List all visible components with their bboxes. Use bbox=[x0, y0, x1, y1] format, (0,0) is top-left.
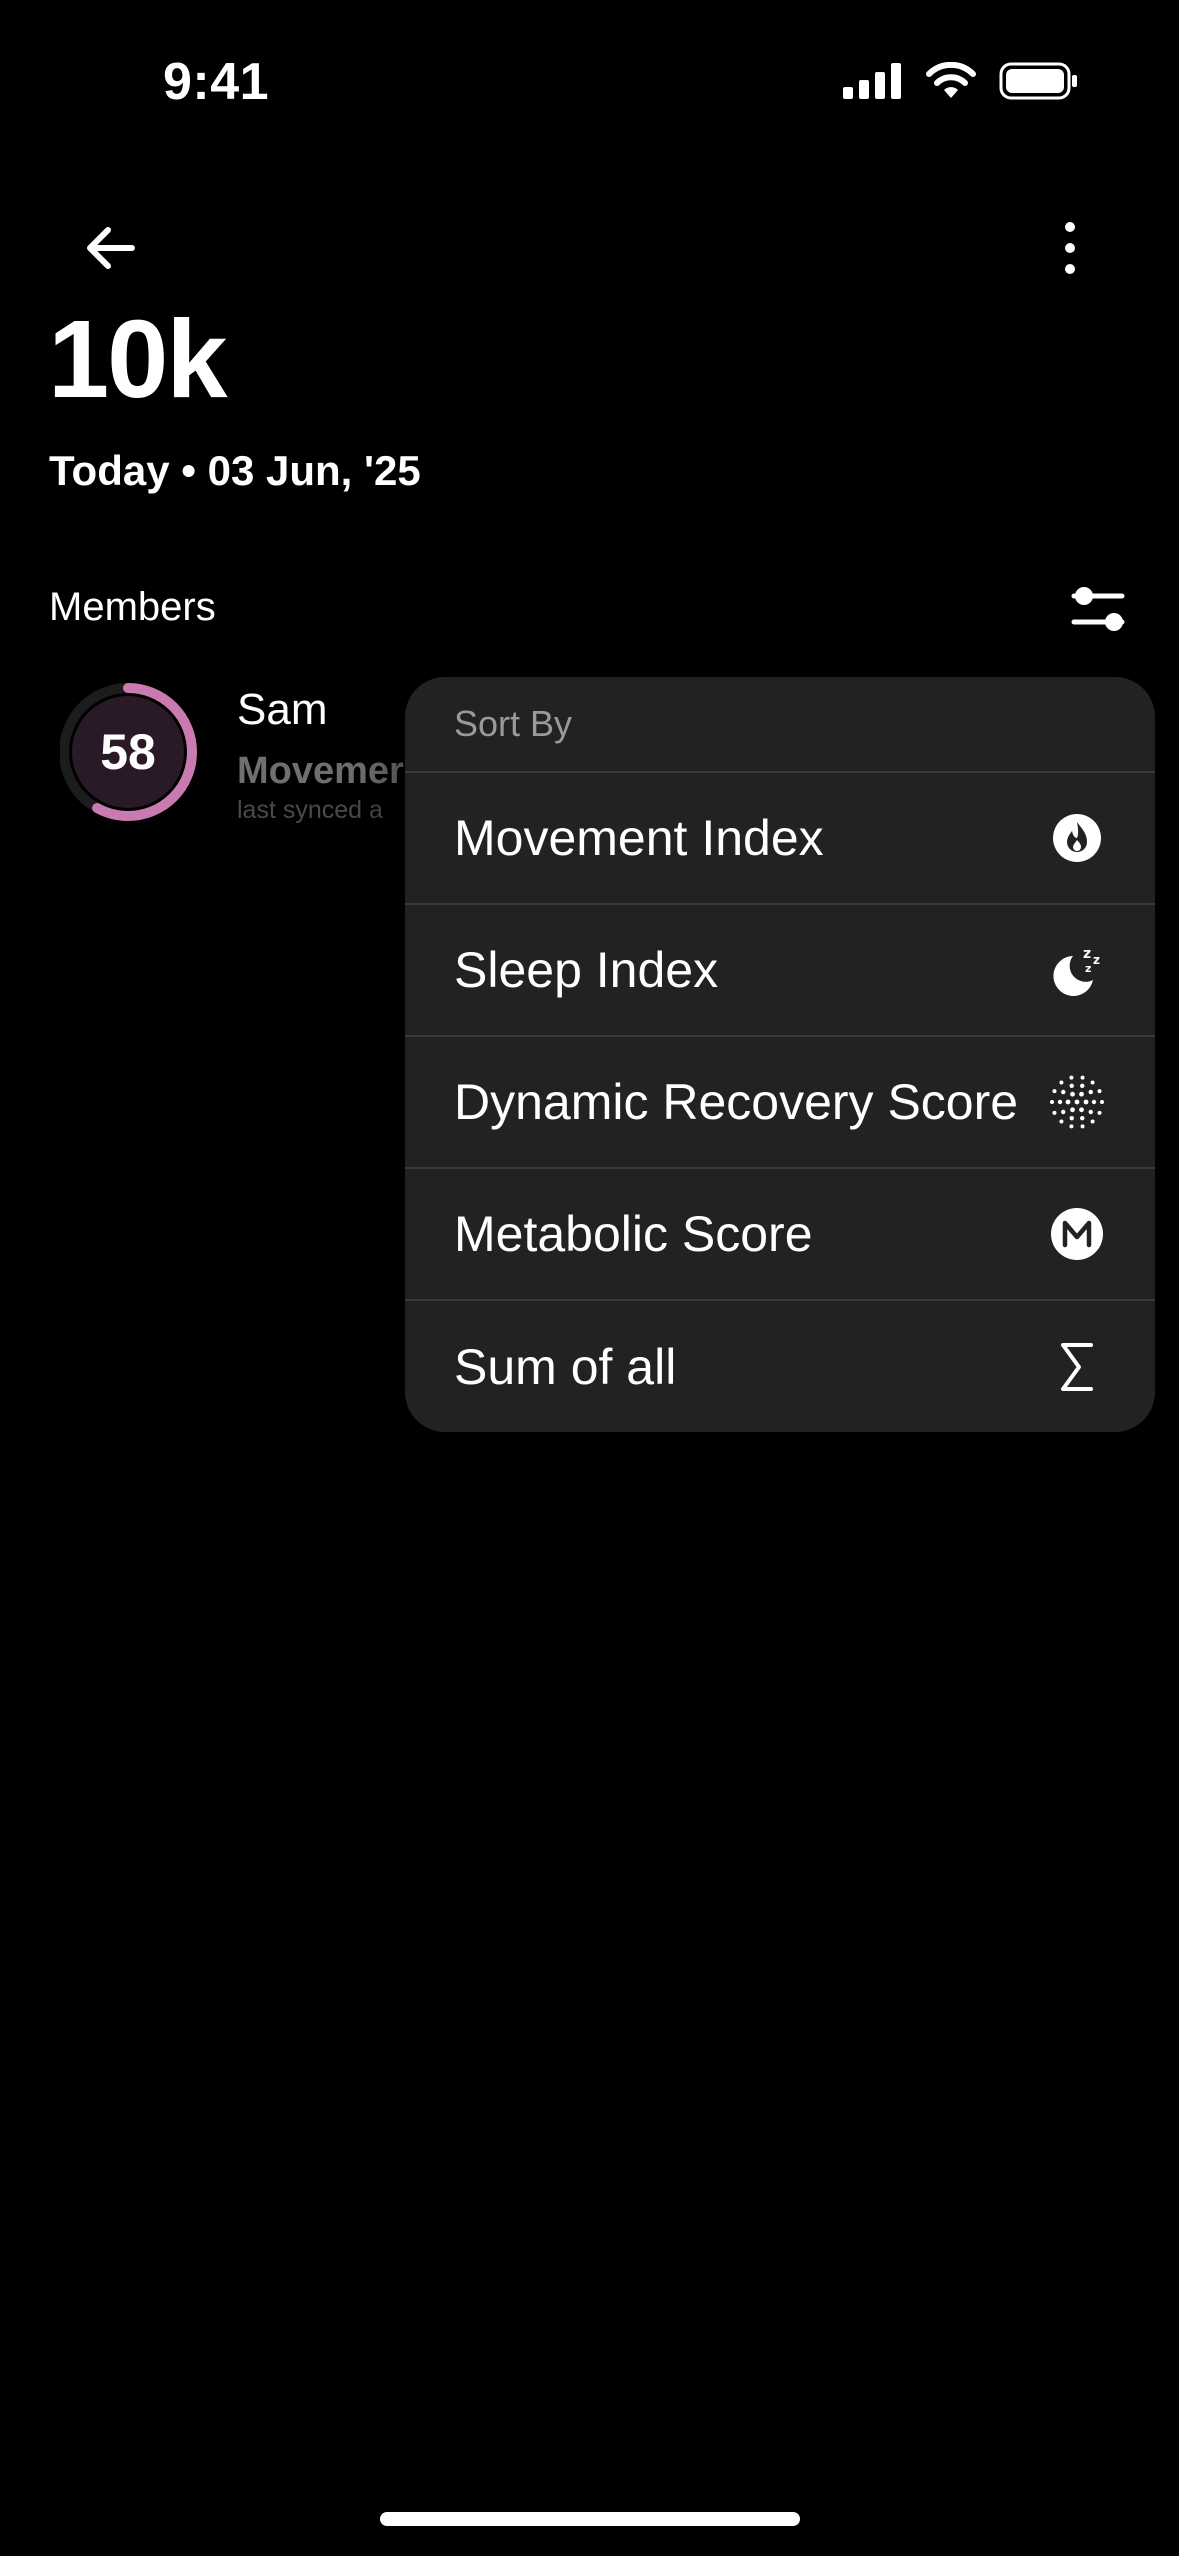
flame-icon bbox=[1047, 808, 1107, 868]
sort-option-sleep-index[interactable]: Sleep Index z z z bbox=[405, 905, 1155, 1037]
more-vertical-icon bbox=[1065, 222, 1075, 274]
menu-item-label: Sum of all bbox=[454, 1339, 677, 1395]
sort-option-metabolic-score[interactable]: Metabolic Score bbox=[405, 1169, 1155, 1301]
menu-item-label: Metabolic Score bbox=[454, 1206, 813, 1262]
metabolic-m-icon bbox=[1047, 1204, 1107, 1264]
date-label: Today • 03 Jun, '25 bbox=[49, 447, 421, 494]
svg-text:z: z bbox=[1093, 953, 1100, 967]
status-icons bbox=[843, 62, 1079, 100]
dots-circle-icon bbox=[1047, 1072, 1107, 1132]
home-indicator bbox=[380, 2512, 800, 2526]
back-button[interactable] bbox=[80, 218, 140, 278]
page-title: 10k bbox=[48, 298, 228, 421]
sort-menu-title: Sort By bbox=[405, 677, 1155, 773]
battery-icon bbox=[999, 62, 1077, 100]
wifi-icon bbox=[926, 62, 976, 98]
menu-item-label: Dynamic Recovery Score bbox=[454, 1074, 1019, 1130]
member-score: 58 bbox=[100, 724, 156, 780]
menu-item-label: Sleep Index bbox=[454, 942, 719, 998]
sigma-icon bbox=[1047, 1337, 1107, 1397]
sort-option-sum-of-all[interactable]: Sum of all bbox=[405, 1301, 1155, 1432]
sort-menu: Sort By Movement Index Sleep Index z z z… bbox=[405, 677, 1155, 1432]
status-time: 9:41 bbox=[163, 53, 270, 111]
menu-item-label: Movement Index bbox=[454, 810, 824, 866]
member-name: Sam bbox=[237, 685, 328, 734]
more-options-button[interactable] bbox=[1040, 218, 1100, 278]
svg-text:z: z bbox=[1083, 946, 1091, 962]
member-last-synced: last synced a bbox=[237, 798, 383, 823]
arrow-left-icon bbox=[87, 227, 135, 269]
svg-text:z: z bbox=[1085, 962, 1091, 975]
member-metric: Movemer bbox=[237, 752, 404, 790]
sort-option-dynamic-recovery-score[interactable]: Dynamic Recovery Score bbox=[405, 1037, 1155, 1169]
sliders-icon bbox=[1071, 587, 1125, 631]
sort-filter-button[interactable] bbox=[1070, 580, 1130, 640]
sort-option-movement-index[interactable]: Movement Index bbox=[405, 773, 1155, 905]
moon-sleep-icon: z z z bbox=[1047, 940, 1107, 1000]
cellular-signal-icon bbox=[843, 63, 901, 99]
members-heading: Members bbox=[49, 585, 216, 629]
